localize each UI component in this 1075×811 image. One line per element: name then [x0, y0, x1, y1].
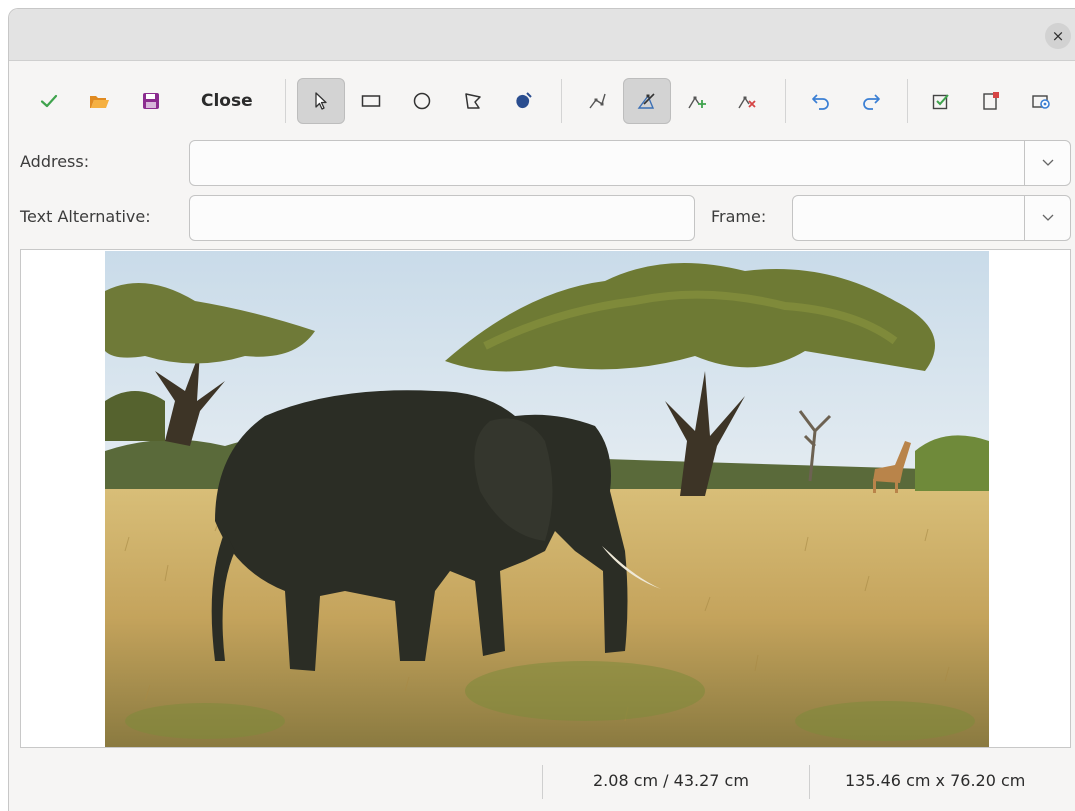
text-alternative-label: Text Alternative:	[20, 207, 151, 226]
freeform-polygon-icon	[516, 92, 532, 109]
close-window-button[interactable]: ×	[1045, 23, 1071, 49]
close-icon: ×	[1051, 27, 1065, 45]
macro-button[interactable]	[967, 78, 1015, 124]
floppy-save-icon	[143, 93, 159, 109]
address-dropdown-button[interactable]	[1024, 141, 1070, 185]
edit-points-icon	[589, 93, 606, 109]
text-alternative-input[interactable]	[189, 195, 695, 241]
title-bar: ×	[9, 9, 1075, 61]
move-points-button[interactable]	[623, 78, 671, 124]
properties-button[interactable]	[1017, 78, 1065, 124]
polygon-icon	[465, 93, 481, 109]
polygon-tool-button[interactable]	[449, 78, 497, 124]
address-label: Address:	[20, 152, 90, 171]
delete-points-icon	[738, 96, 756, 109]
active-checkbox-icon	[932, 94, 949, 110]
insert-points-button[interactable]	[673, 78, 721, 124]
status-separator	[809, 765, 810, 799]
image-map-canvas[interactable]	[20, 249, 1071, 748]
rectangle-tool-button[interactable]	[347, 78, 395, 124]
pointer-select-icon	[315, 92, 327, 110]
status-bar: 2.08 cm / 43.27 cm 135.46 cm x 76.20 cm	[9, 757, 1075, 811]
save-button[interactable]	[127, 78, 175, 124]
elephant-savanna-image	[105, 251, 989, 747]
apply-button[interactable]	[25, 78, 73, 124]
move-points-icon	[637, 93, 655, 109]
edit-points-button[interactable]	[573, 78, 621, 124]
ellipse-tool-button[interactable]	[398, 78, 446, 124]
open-button[interactable]	[75, 78, 123, 124]
undo-button[interactable]	[797, 78, 845, 124]
rectangle-icon	[361, 95, 381, 107]
select-tool-button[interactable]	[297, 78, 345, 124]
redo-button[interactable]	[847, 78, 895, 124]
status-separator	[542, 765, 543, 799]
undo-icon	[812, 94, 829, 110]
delete-points-button[interactable]	[723, 78, 771, 124]
active-button[interactable]	[917, 78, 965, 124]
chevron-down-icon	[1042, 214, 1053, 221]
checkmark-icon	[40, 94, 58, 108]
folder-open-icon	[90, 96, 109, 108]
toolbar-separator	[561, 79, 562, 123]
redo-icon	[863, 94, 880, 110]
frame-dropdown-button[interactable]	[1024, 196, 1070, 240]
properties-icon	[1032, 95, 1050, 109]
close-button[interactable]: Close	[201, 78, 253, 124]
toolbar-separator	[785, 79, 786, 123]
status-position: 2.08 cm / 43.27 cm	[593, 771, 749, 790]
insert-points-icon	[688, 96, 706, 109]
freeform-polygon-tool-button[interactable]	[499, 78, 547, 124]
toolbar-separator	[285, 79, 286, 123]
macro-icon	[983, 92, 999, 110]
address-combobox[interactable]	[189, 140, 1071, 186]
ellipse-icon	[413, 92, 431, 110]
chevron-down-icon	[1042, 159, 1053, 166]
image-map-dialog: × Close Address: Text Alternative: Frame…	[8, 8, 1075, 811]
toolbar: Close	[9, 75, 1075, 127]
frame-combobox[interactable]	[792, 195, 1071, 241]
status-size: 135.46 cm x 76.20 cm	[845, 771, 1026, 790]
toolbar-separator	[907, 79, 908, 123]
frame-label: Frame:	[711, 207, 767, 226]
